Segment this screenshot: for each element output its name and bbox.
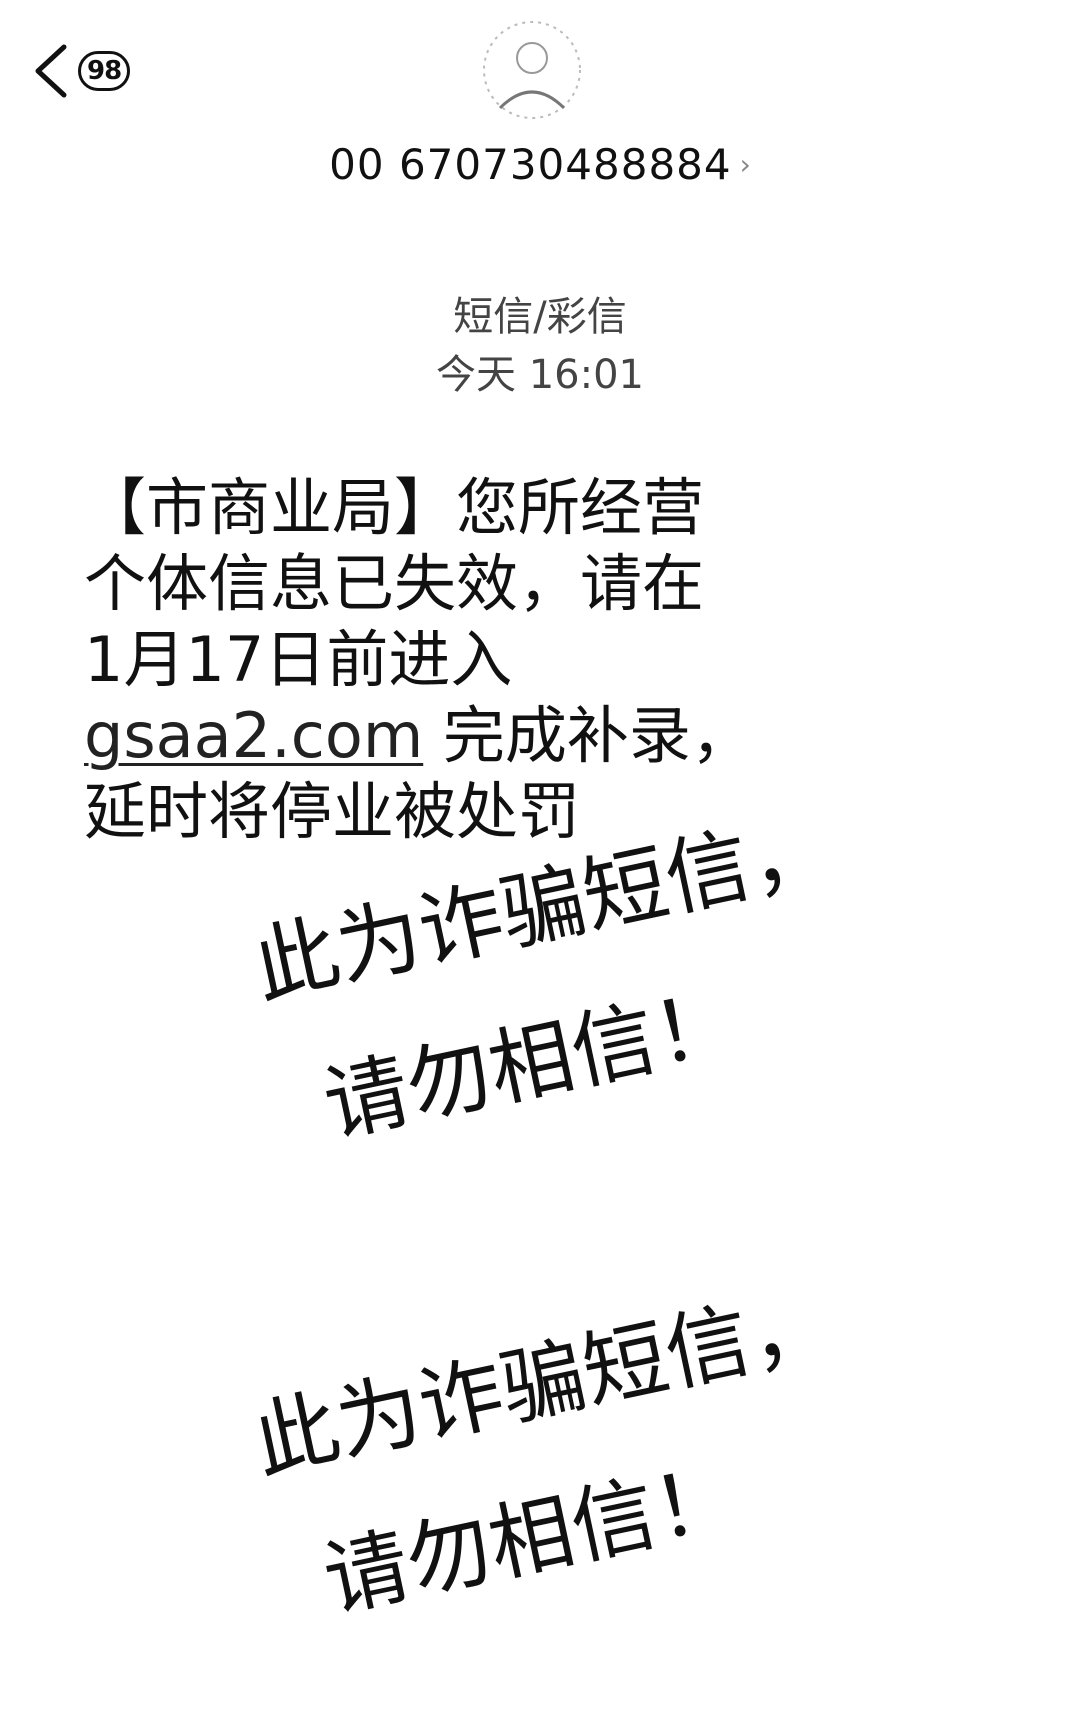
scam-warning-annotation: 此为诈骗短信， 请勿相信！ bbox=[240, 1248, 878, 1664]
back-chevron-icon bbox=[35, 44, 67, 98]
chevron-right-icon: › bbox=[739, 147, 751, 181]
message-link[interactable]: gsaa2.com bbox=[84, 699, 423, 772]
message-timestamp: 今天 16:01 bbox=[436, 352, 644, 398]
unread-count-badge: 98 bbox=[78, 51, 131, 91]
message-line: 【市商业局】您所经营 bbox=[84, 471, 705, 544]
message-text: 完成补录， bbox=[423, 699, 753, 772]
message-line: 个体信息已失效，请在 bbox=[84, 547, 705, 620]
contact-header[interactable]: 00 670730488884 › bbox=[0, 136, 1080, 192]
message-line: gsaa2.com 完成补录， bbox=[84, 698, 764, 774]
avatar-icon[interactable] bbox=[480, 18, 584, 122]
contact-number: 00 670730488884 bbox=[329, 139, 732, 189]
message-line: 1月17日前进入 bbox=[84, 623, 513, 696]
message-type-label: 短信/彩信 bbox=[453, 294, 627, 340]
message-bubble: 【市商业局】您所经营 个体信息已失效，请在 1月17日前进入 gsaa2.com… bbox=[84, 470, 764, 850]
back-button[interactable]: 98 bbox=[30, 36, 160, 106]
